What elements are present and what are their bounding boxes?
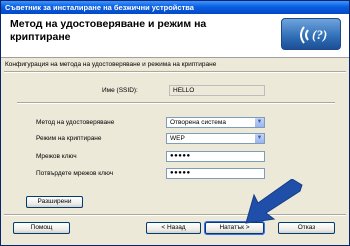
divider [4, 71, 346, 73]
wizard-window: Съветник за инсталиране на безжични устр… [0, 0, 350, 246]
window-title: Съветник за инсталиране на безжични устр… [1, 1, 349, 14]
auth-method-value: Отворена система [170, 119, 227, 126]
page-subtitle: Конфигурация на метода на удостоверяване… [5, 61, 217, 68]
wizard-header: Метод на удостоверяване и режим на крипт… [1, 14, 349, 58]
confirm-key-label: Потвърдете мрежов ключ [36, 170, 114, 177]
divider [17, 102, 335, 104]
wireless-signal-icon: (?) [281, 18, 341, 50]
auth-method-label: Метод на удостоверяване [36, 119, 115, 126]
confirm-key-input[interactable]: ●●●●● [166, 168, 265, 179]
ssid-label: Име (SSID): [102, 87, 138, 94]
network-key-input[interactable]: ●●●●● [166, 151, 265, 162]
pointer-arrow-icon [245, 179, 303, 224]
chevron-down-icon[interactable]: ▼ [254, 134, 264, 143]
help-button[interactable]: Помощ [13, 222, 70, 234]
auth-method-select[interactable]: Отворена система ▼ [166, 117, 265, 128]
encryption-mode-select[interactable]: WEP ▼ [166, 133, 265, 144]
encryption-mode-label: Режим на криптиране [36, 135, 102, 142]
ssid-value: HELLO [169, 85, 265, 96]
back-button[interactable]: < Назад [146, 222, 201, 234]
chevron-down-icon[interactable]: ▼ [254, 118, 264, 127]
advanced-button[interactable]: Разширени [26, 196, 83, 208]
network-key-label: Мрежов ключ [36, 153, 77, 160]
encryption-mode-value: WEP [170, 135, 185, 142]
svg-text:(?): (?) [312, 27, 327, 42]
page-title: Метод на удостоверяване и режим на крипт… [10, 18, 207, 43]
